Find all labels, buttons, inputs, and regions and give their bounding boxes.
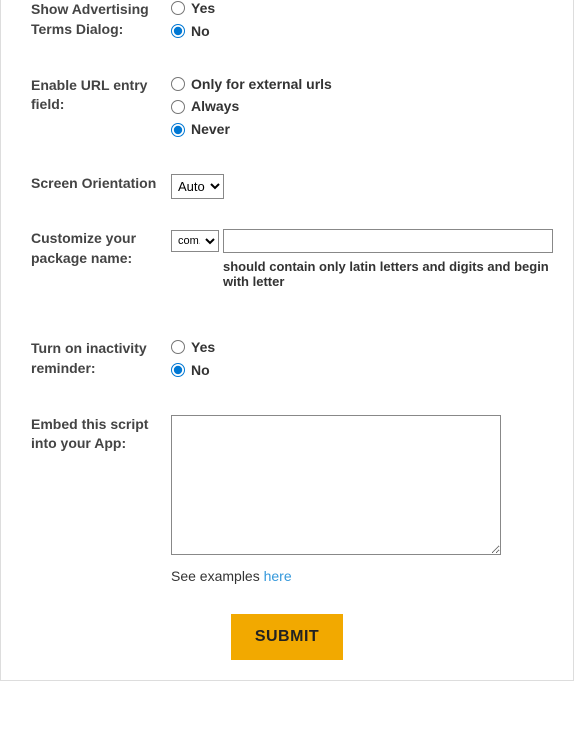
select-package-prefix[interactable]: com. <box>171 230 219 252</box>
embed-examples-text: See examples <box>171 568 264 584</box>
radio-advertising-no[interactable] <box>171 24 185 38</box>
field-package-name: com. should contain only latin letters a… <box>171 229 573 289</box>
label-inactivity: Turn on inactivity reminder: <box>1 339 171 378</box>
radio-advertising-no-label[interactable]: No <box>191 23 210 40</box>
radio-url-always-label[interactable]: Always <box>191 98 239 115</box>
hint-package-name: should contain only latin letters and di… <box>171 259 553 289</box>
label-embed-script: Embed this script into your App: <box>1 415 171 454</box>
row-orientation: Screen Orientation Auto <box>1 174 573 229</box>
radio-url-never[interactable] <box>171 123 185 137</box>
radio-url-external-wrap: Only for external urls <box>171 76 553 93</box>
row-advertising: Show Advertising Terms Dialog: Yes No <box>1 0 573 76</box>
row-submit: SUBMIT <box>1 584 573 680</box>
radio-inactivity-yes[interactable] <box>171 340 185 354</box>
field-inactivity: Yes No <box>171 339 573 385</box>
input-package-name[interactable] <box>223 229 553 253</box>
radio-url-always-wrap: Always <box>171 98 553 115</box>
row-url-entry: Enable URL entry field: Only for externa… <box>1 76 573 174</box>
field-url-entry: Only for external urls Always Never <box>171 76 573 144</box>
field-advertising: Yes No <box>171 0 573 46</box>
field-embed-script: See examples here <box>171 415 573 584</box>
embed-examples-link[interactable]: here <box>264 568 292 584</box>
radio-url-never-wrap: Never <box>171 121 553 138</box>
form-container: Show Advertising Terms Dialog: Yes No En… <box>0 0 574 681</box>
radio-url-external[interactable] <box>171 77 185 91</box>
textarea-embed-script[interactable] <box>171 415 501 555</box>
row-embed-script: Embed this script into your App: See exa… <box>1 415 573 584</box>
radio-url-external-label[interactable]: Only for external urls <box>191 76 332 93</box>
row-inactivity: Turn on inactivity reminder: Yes No <box>1 339 573 415</box>
embed-examples: See examples here <box>171 568 553 584</box>
label-url-entry: Enable URL entry field: <box>1 76 171 115</box>
label-package-name: Customize your package name: <box>1 229 171 268</box>
radio-advertising-no-wrap: No <box>171 23 553 40</box>
radio-inactivity-no[interactable] <box>171 363 185 377</box>
select-orientation[interactable]: Auto <box>171 174 224 199</box>
radio-inactivity-no-wrap: No <box>171 362 553 379</box>
radio-advertising-yes[interactable] <box>171 1 185 15</box>
package-input-row: com. <box>171 229 553 253</box>
submit-button[interactable]: SUBMIT <box>231 614 343 660</box>
radio-inactivity-yes-wrap: Yes <box>171 339 553 356</box>
radio-inactivity-no-label[interactable]: No <box>191 362 210 379</box>
radio-inactivity-yes-label[interactable]: Yes <box>191 339 215 356</box>
radio-advertising-yes-label[interactable]: Yes <box>191 0 215 17</box>
label-advertising: Show Advertising Terms Dialog: <box>1 0 171 39</box>
field-orientation: Auto <box>171 174 573 199</box>
row-package-name: Customize your package name: com. should… <box>1 229 573 339</box>
radio-url-always[interactable] <box>171 100 185 114</box>
label-orientation: Screen Orientation <box>1 174 171 194</box>
radio-advertising-yes-wrap: Yes <box>171 0 553 17</box>
radio-url-never-label[interactable]: Never <box>191 121 230 138</box>
